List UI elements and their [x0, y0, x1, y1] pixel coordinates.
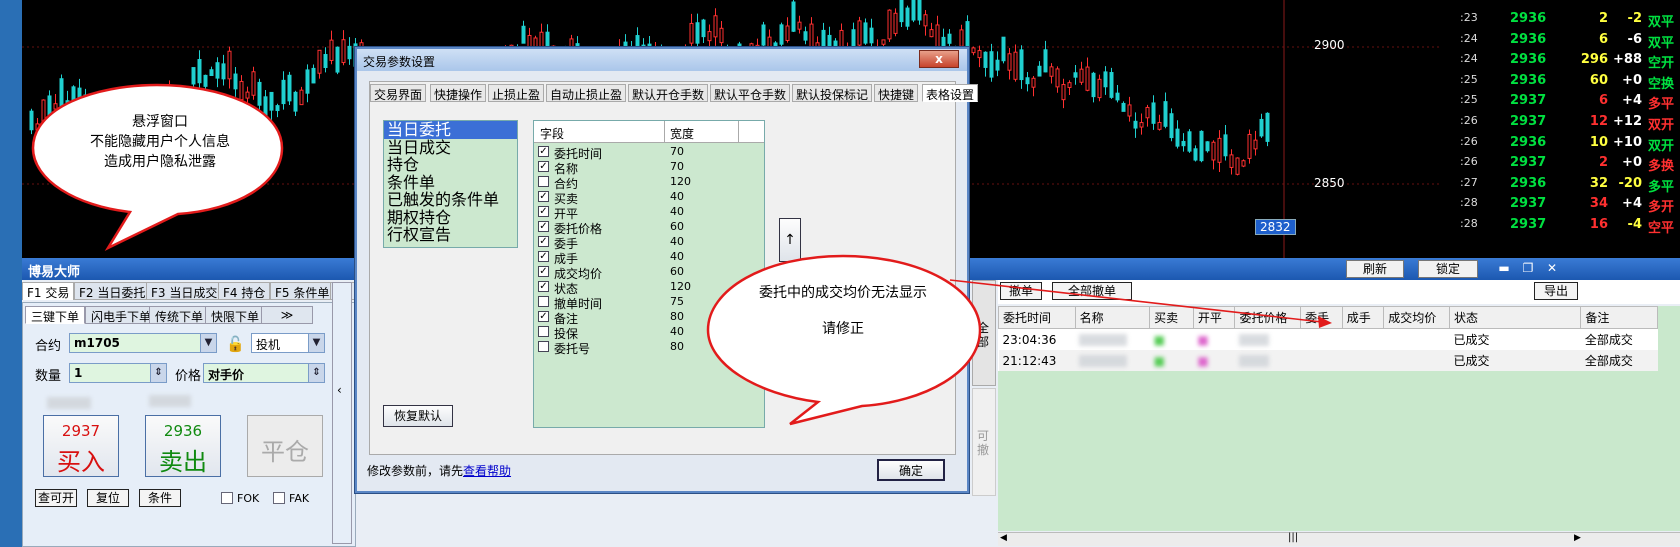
callout-right-text: 委托中的成交均价无法显示 请修正	[730, 283, 956, 339]
callout-left-line: 不能隐藏用户个人信息	[90, 134, 230, 150]
callout-bubble-right	[706, 254, 982, 426]
callout-left-line: 悬浮窗口	[132, 114, 188, 130]
callout-left-line: 造成用户隐私泄露	[104, 154, 216, 170]
callout-right-line: 请修正	[822, 321, 864, 337]
annotation-arrow	[949, 279, 1332, 328]
annotation-overlay	[31, 83, 1332, 426]
callout-left-text: 悬浮窗口 不能隐藏用户个人信息 造成用户隐私泄露	[60, 112, 260, 172]
callout-right-line: 委托中的成交均价无法显示	[759, 285, 927, 301]
